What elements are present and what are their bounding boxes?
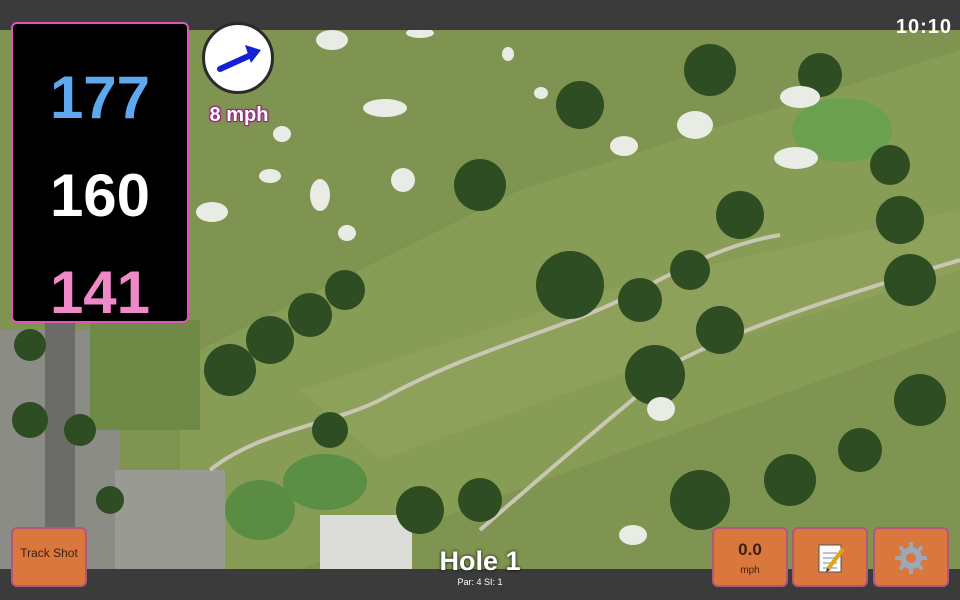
wind-speed-label: 8 mph <box>209 104 269 126</box>
wind-indicator[interactable] <box>202 22 274 94</box>
track-shot-button[interactable]: Track Shot <box>11 527 87 587</box>
parking-area <box>115 470 225 569</box>
hole-title: Hole 1 <box>439 546 521 576</box>
green <box>283 454 367 510</box>
notepad-icon <box>818 544 845 573</box>
cemetery <box>90 320 200 430</box>
distance-panel: 177 160 141 <box>11 22 189 323</box>
gear-icon <box>895 542 927 574</box>
speed-value: 0.0 <box>738 540 762 559</box>
speed-button[interactable]: 0.0 mph <box>712 527 788 587</box>
green <box>225 480 295 540</box>
distance-middle: 160 <box>49 162 151 229</box>
distance-back: 177 <box>49 64 151 131</box>
settings-button[interactable] <box>873 527 949 587</box>
notes-button[interactable] <box>792 527 868 587</box>
hole-par-si: Par: 4 SI: 1 <box>457 577 503 587</box>
speed-unit: mph <box>740 565 760 576</box>
clock: 10:10 <box>895 16 952 38</box>
distance-front: 141 <box>49 259 151 326</box>
wind-arrow-icon <box>217 45 261 72</box>
